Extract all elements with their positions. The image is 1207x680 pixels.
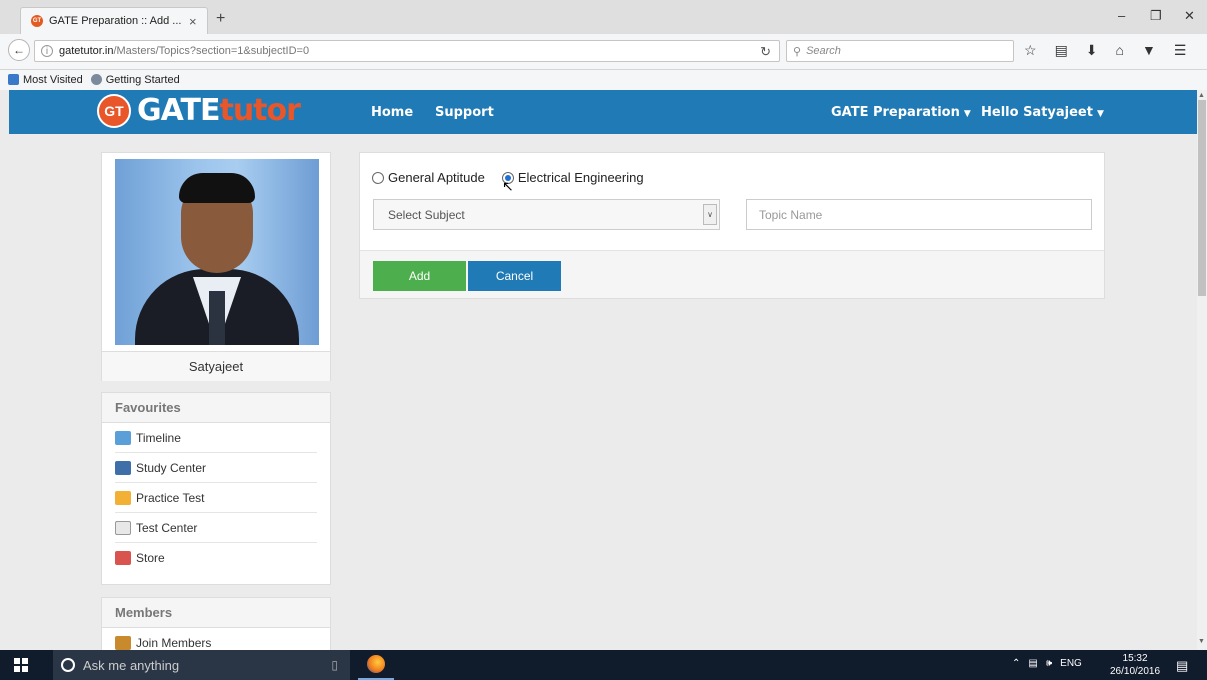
url-path: /Masters/Topics?section=1&subjectID=0 <box>113 45 310 57</box>
bookmark-star-icon[interactable]: ☆ <box>1024 42 1037 59</box>
minimize-icon[interactable]: – <box>1118 8 1125 23</box>
cortana-search[interactable]: Ask me anything ▯ <box>53 650 350 680</box>
url-bar[interactable]: i gatetutor.in/Masters/Topics?section=1&… <box>34 40 780 62</box>
profile-name: Satyajeet <box>102 351 330 381</box>
chevron-down-icon[interactable]: ∨ <box>703 204 717 225</box>
browser-tab-bar: GT GATE Preparation :: Add ... × + – ❐ ✕ <box>0 0 1207 34</box>
firefox-icon <box>367 655 385 673</box>
search-icon: ⚲ <box>793 45 802 58</box>
menu-icon[interactable]: ☰ <box>1174 42 1187 59</box>
radio-electrical-label[interactable]: Electrical Engineering <box>518 170 644 185</box>
subject-select[interactable]: Select Subject ∨ <box>373 199 720 230</box>
bookmarks-toolbar: Most Visited Getting Started <box>0 70 1207 90</box>
page-scrollbar[interactable]: ▲ ▼ <box>1197 90 1207 650</box>
windows-taskbar: Ask me anything ▯ ⌃ ▤ 🕪 ENG 15:32 26/10/… <box>0 650 1207 680</box>
tab-title: GATE Preparation :: Add ... <box>49 15 182 27</box>
reading-list-icon[interactable]: ▤ <box>1055 42 1068 59</box>
download-icon[interactable]: ⬇ <box>1086 42 1098 59</box>
clock-date: 26/10/2016 <box>1110 666 1161 677</box>
firefox-taskbar-button[interactable] <box>358 650 394 680</box>
taskbar-clock[interactable]: 15:32 26/10/2016 <box>1110 652 1160 678</box>
tab-close-icon[interactable]: × <box>189 14 197 29</box>
add-topic-form: General Aptitude Electrical Engineering … <box>359 152 1105 299</box>
radio-general-label[interactable]: General Aptitude <box>388 170 485 185</box>
members-panel: Members Join Members <box>101 597 331 657</box>
browser-nav-bar: ← i gatetutor.in/Masters/Topics?section=… <box>0 34 1207 70</box>
search-placeholder: Search <box>806 45 841 57</box>
maximize-icon[interactable]: ❐ <box>1150 8 1162 24</box>
back-arrow-icon: ← <box>13 43 25 57</box>
cortana-icon <box>61 658 75 672</box>
scroll-down-icon[interactable]: ▼ <box>1198 638 1205 645</box>
fav-item-store[interactable]: Store <box>115 543 317 573</box>
microphone-icon[interactable]: ▯ <box>331 658 338 672</box>
new-tab-button[interactable]: + <box>216 10 225 28</box>
test-center-icon <box>115 520 131 535</box>
timeline-icon <box>115 430 131 445</box>
site-favicon-icon: GT <box>31 15 43 27</box>
add-button[interactable]: Add <box>373 261 466 291</box>
site-header: GT GATE tutor Home Support GATE Preparati… <box>9 90 1197 134</box>
network-icon[interactable]: ▤ <box>1028 658 1037 669</box>
fav-item-study-center[interactable]: Study Center <box>115 453 317 483</box>
browser-tab[interactable]: GT GATE Preparation :: Add ... × <box>20 7 208 34</box>
getting-started-icon <box>90 74 102 85</box>
bookmark-most-visited[interactable]: Most Visited <box>8 74 83 86</box>
notification-icon[interactable]: ▤ <box>1176 658 1188 674</box>
chevron-down-icon: ▼ <box>1096 109 1104 119</box>
site-logo[interactable]: GT GATE tutor <box>97 93 301 128</box>
system-tray: ⌃ ▤ 🕪 ENG <box>1012 658 1082 669</box>
profile-photo <box>115 159 319 345</box>
reload-icon[interactable]: ↻ <box>760 44 771 60</box>
form-footer: Add Cancel <box>360 250 1104 298</box>
logo-gate-text: GATE <box>137 93 220 128</box>
logo-badge: GT <box>97 93 131 128</box>
logo-tutor-text: tutor <box>219 93 300 128</box>
tray-expand-icon[interactable]: ⌃ <box>1012 658 1020 669</box>
most-visited-icon <box>8 74 19 85</box>
url-domain: gatetutor.in <box>59 45 114 57</box>
join-members-icon <box>115 636 131 650</box>
radio-general-aptitude[interactable] <box>372 171 384 184</box>
back-button[interactable]: ← <box>8 39 30 61</box>
nav-home[interactable]: Home <box>371 105 413 120</box>
fav-item-test-center[interactable]: Test Center <box>115 513 317 543</box>
favourites-panel: Favourites Timeline Study Center Practic… <box>101 392 331 585</box>
study-center-icon <box>115 460 131 475</box>
close-window-icon[interactable]: ✕ <box>1184 8 1195 24</box>
fav-item-timeline[interactable]: Timeline <box>115 423 317 453</box>
chevron-down-icon: ▼ <box>963 109 971 119</box>
home-icon[interactable]: ⌂ <box>1116 42 1124 59</box>
fav-item-practice-test[interactable]: Practice Test <box>115 483 317 513</box>
scroll-thumb[interactable] <box>1198 100 1206 296</box>
subject-select-value: Select Subject <box>388 207 465 222</box>
profile-card: Satyajeet <box>101 152 331 381</box>
info-icon[interactable]: i <box>41 45 53 57</box>
members-heading: Members <box>102 598 330 628</box>
nav-support[interactable]: Support <box>435 105 494 120</box>
mouse-pointer-icon: ↖ <box>502 178 514 194</box>
cortana-placeholder: Ask me anything <box>83 657 180 673</box>
scroll-up-icon[interactable]: ▲ <box>1198 92 1205 99</box>
pocket-icon[interactable]: ▼ <box>1142 42 1156 59</box>
clock-time: 15:32 <box>1122 653 1148 664</box>
nav-gate-preparation[interactable]: GATE Preparation ▼ <box>831 105 971 120</box>
language-indicator[interactable]: ENG <box>1060 658 1082 669</box>
volume-icon[interactable]: 🕪 <box>1046 658 1052 669</box>
nav-user-menu[interactable]: Hello Satyajeet ▼ <box>981 105 1104 120</box>
browser-search-input[interactable]: ⚲ Search <box>786 40 1014 62</box>
topic-name-input[interactable]: Topic Name <box>746 199 1092 230</box>
store-icon <box>115 551 131 565</box>
favourites-heading: Favourites <box>102 393 330 423</box>
windows-start-icon[interactable] <box>14 658 28 672</box>
practice-test-icon <box>115 490 131 505</box>
toolbar-icons: ☆ ▤ ⬇ ⌂ ▼ ☰ <box>1024 42 1186 59</box>
bookmark-getting-started[interactable]: Getting Started <box>90 74 180 86</box>
cancel-button[interactable]: Cancel <box>468 261 561 291</box>
topic-name-placeholder: Topic Name <box>759 207 823 222</box>
